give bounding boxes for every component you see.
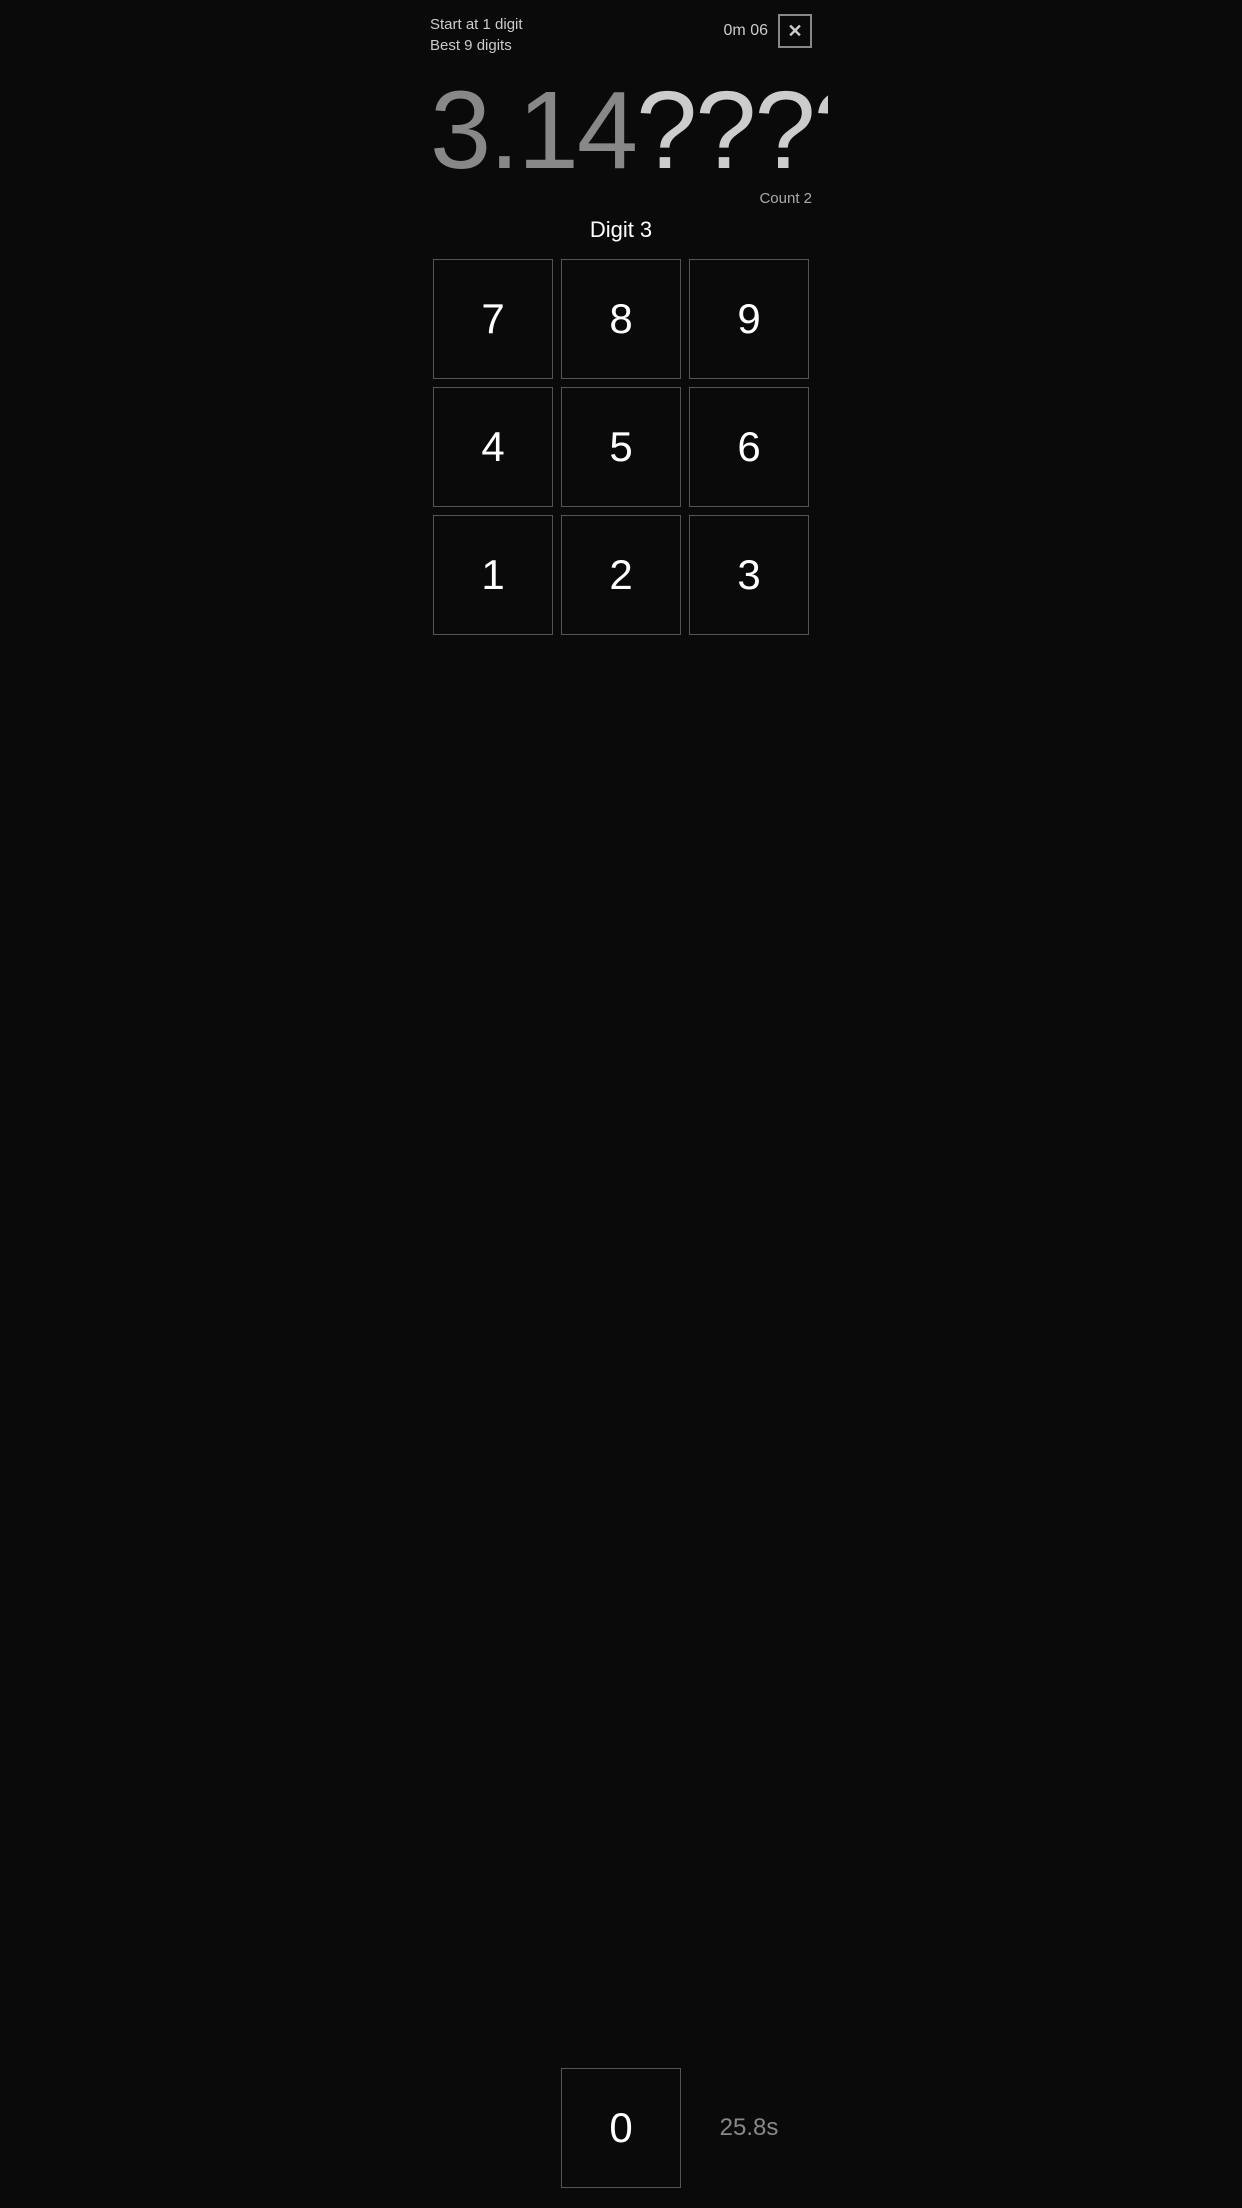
keypad: 7 8 9 4 5 6 1 2 3 — [414, 259, 828, 2068]
key-6[interactable]: 6 — [689, 387, 809, 507]
key-4[interactable]: 4 — [433, 387, 553, 507]
bottom-row: 0 25.8s — [414, 2068, 828, 2188]
pi-display: 3.14 ????? — [414, 66, 828, 190]
key-5[interactable]: 5 — [561, 387, 681, 507]
key-9[interactable]: 9 — [689, 259, 809, 379]
start-label: Start at 1 digit — [430, 14, 523, 35]
key-7[interactable]: 7 — [433, 259, 553, 379]
key-3[interactable]: 3 — [689, 515, 809, 635]
key-2[interactable]: 2 — [561, 515, 681, 635]
timer-display-header: 0m 06 — [724, 22, 768, 40]
spacer — [433, 2068, 553, 2188]
header-left: Start at 1 digit Best 9 digits — [430, 14, 523, 56]
key-1[interactable]: 1 — [433, 515, 553, 635]
close-button[interactable]: ✕ — [778, 14, 812, 48]
count-label: Count 2 — [414, 190, 828, 207]
keypad-row-1: 7 8 9 — [433, 259, 809, 379]
keypad-row-3: 1 2 3 — [433, 515, 809, 635]
key-8[interactable]: 8 — [561, 259, 681, 379]
key-0[interactable]: 0 — [561, 2068, 681, 2188]
pi-known: 3.14 — [430, 76, 636, 186]
best-label: Best 9 digits — [430, 35, 523, 56]
header: Start at 1 digit Best 9 digits 0m 06 ✕ — [414, 0, 828, 66]
pi-unknown: ????? — [636, 76, 828, 186]
keypad-row-2: 4 5 6 — [433, 387, 809, 507]
header-right: 0m 06 ✕ — [724, 14, 812, 48]
elapsed-timer: 25.8s — [689, 2068, 809, 2188]
digit-label: Digit 3 — [414, 217, 828, 243]
